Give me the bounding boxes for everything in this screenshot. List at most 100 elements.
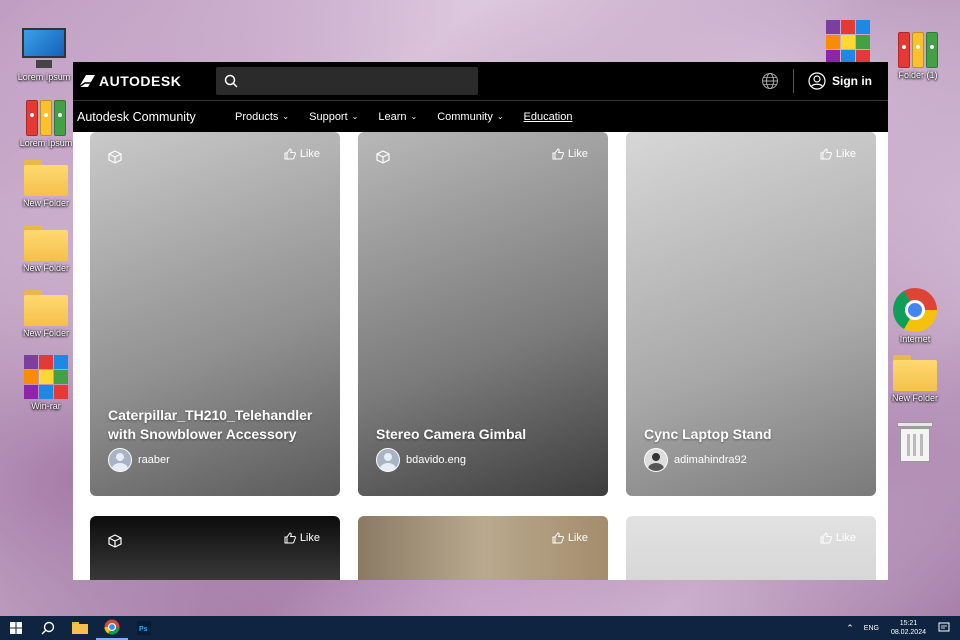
logo-text: AUTODESK: [99, 73, 182, 89]
3d-model-icon: [108, 534, 122, 548]
gallery-grid: Like Caterpillar_TH210_Telehandler with …: [73, 132, 888, 580]
folder-icon: [24, 160, 68, 196]
nav-label: Support: [309, 110, 348, 123]
gallery-card[interactable]: Like: [626, 516, 876, 580]
language-indicator[interactable]: ENG: [864, 625, 879, 632]
desktop-icon-new-folder-1[interactable]: New Folder: [16, 160, 76, 208]
card-title: Cync Laptop Stand: [644, 426, 772, 442]
like-label: Like: [299, 532, 320, 544]
thumbs-up-icon: [284, 532, 296, 544]
thumbs-up-icon: [552, 148, 564, 160]
windows-icon: [10, 622, 22, 634]
search-box[interactable]: [216, 67, 478, 95]
nav-label: Learn: [378, 110, 407, 123]
like-button[interactable]: Like: [284, 532, 320, 544]
desktop-icon-label: New Folder: [22, 198, 69, 208]
chrome-icon: [104, 619, 120, 635]
like-label: Like: [567, 532, 588, 544]
chevron-down-icon: ⌄: [282, 112, 290, 121]
like-button[interactable]: Like: [820, 148, 856, 160]
desktop-icon-label: New Folder: [22, 263, 69, 273]
like-label: Like: [835, 148, 856, 160]
gallery-card[interactable]: Like Cync Laptop Stand adimahindra92: [626, 132, 876, 496]
winrar-icon: [24, 355, 68, 399]
chrome-taskbar-button[interactable]: [96, 616, 128, 640]
card-author[interactable]: bdavido.eng: [376, 448, 466, 472]
autodesk-logo-icon: [79, 75, 95, 87]
card-title: Stereo Camera Gimbal: [376, 426, 527, 442]
like-label: Like: [299, 148, 320, 160]
desktop-icon-new-folder-3[interactable]: New Folder: [16, 290, 76, 338]
like-button[interactable]: Like: [820, 532, 856, 544]
desktop-icon-label: New Folder: [891, 393, 938, 403]
community-title[interactable]: Autodesk Community: [77, 110, 235, 124]
desktop-icon-folder-1[interactable]: Folder (1): [888, 28, 948, 80]
like-label: Like: [835, 532, 856, 544]
chevron-down-icon: ⌄: [496, 112, 504, 121]
desktop-icon-label: Lorem Ipsum: [19, 138, 73, 148]
nav-community[interactable]: Community ⌄: [437, 111, 503, 123]
gallery-card[interactable]: Like: [90, 516, 340, 580]
thumbs-up-icon: [284, 148, 296, 160]
avatar: [108, 448, 132, 472]
sign-in-button[interactable]: Sign in: [808, 72, 872, 90]
nav-education[interactable]: Education: [524, 111, 573, 123]
clock[interactable]: 15:21 08.02.2024: [891, 619, 926, 637]
folder-icon: [24, 290, 68, 326]
desktop-icon-winrar-right[interactable]: [818, 20, 878, 64]
like-button[interactable]: Like: [552, 148, 588, 160]
file-explorer-button[interactable]: [64, 616, 96, 640]
notification-icon[interactable]: [938, 622, 950, 634]
desktop-icon-winrar[interactable]: Win-rar: [16, 355, 76, 411]
folder-icon: [24, 225, 68, 261]
3d-model-icon: [376, 150, 390, 164]
winrar-icon: [826, 20, 870, 64]
card-author[interactable]: adimahindra92: [644, 448, 747, 472]
gallery-card[interactable]: Like: [358, 516, 608, 580]
start-button[interactable]: [0, 616, 32, 640]
chevron-down-icon: ⌄: [351, 112, 359, 121]
search-input[interactable]: [244, 74, 478, 88]
user-icon: [808, 72, 826, 90]
desktop-icon-internet[interactable]: Internet: [885, 288, 945, 344]
card-title: Caterpillar_TH210_Telehandler with Snowb…: [108, 407, 313, 442]
desktop-icon-label: Lorem Ipsum: [17, 72, 71, 82]
thumbs-up-icon: [820, 532, 832, 544]
system-tray: ⌃ ENG 15:21 08.02.2024: [846, 616, 950, 640]
browser-window: AUTODESK Sign in Autodesk Community Prod…: [73, 62, 888, 580]
desktop-icon-lorem-ipsum-2[interactable]: Lorem Ipsum: [16, 96, 76, 148]
nav-products[interactable]: Products ⌄: [235, 111, 289, 123]
monitor-icon: [20, 26, 68, 70]
nav-learn[interactable]: Learn ⌄: [378, 111, 417, 123]
gallery-card[interactable]: Like Stereo Camera Gimbal bdavido.eng: [358, 132, 608, 496]
search-icon: [41, 621, 55, 635]
autodesk-logo[interactable]: AUTODESK: [79, 73, 216, 89]
like-button[interactable]: Like: [552, 532, 588, 544]
svg-text:Ps: Ps: [139, 626, 148, 633]
3d-model-icon: [108, 150, 122, 164]
desktop-icon-lorem-ipsum-1[interactable]: Lorem Ipsum: [14, 26, 74, 82]
photoshop-button[interactable]: Ps: [128, 616, 160, 640]
author-name: bdavido.eng: [406, 454, 466, 466]
gallery-card[interactable]: Like Caterpillar_TH210_Telehandler with …: [90, 132, 340, 496]
chrome-icon: [893, 288, 937, 332]
desktop-icon-recycle-bin[interactable]: [885, 422, 945, 462]
nav-label: Community: [437, 110, 493, 123]
card-author[interactable]: raaber: [108, 448, 170, 472]
nav-support[interactable]: Support ⌄: [309, 111, 358, 123]
avatar: [644, 448, 668, 472]
thumbs-up-icon: [552, 532, 564, 544]
desktop-icon-label: Folder (1): [898, 70, 938, 80]
desktop-icon-new-folder-right[interactable]: New Folder: [885, 355, 945, 403]
desktop-icon-new-folder-2[interactable]: New Folder: [16, 225, 76, 273]
desktop-icon-label: New Folder: [22, 328, 69, 338]
like-button[interactable]: Like: [284, 148, 320, 160]
nav-label: Products: [235, 110, 279, 123]
chevron-up-icon[interactable]: ⌃: [846, 623, 854, 634]
globe-icon[interactable]: [761, 72, 779, 90]
community-nav: Autodesk Community Products ⌄ Support ⌄ Le…: [73, 100, 888, 132]
recycle-bin-icon: [897, 422, 933, 462]
author-name: adimahindra92: [674, 454, 747, 466]
thumbs-up-icon: [820, 148, 832, 160]
search-button[interactable]: [32, 616, 64, 640]
